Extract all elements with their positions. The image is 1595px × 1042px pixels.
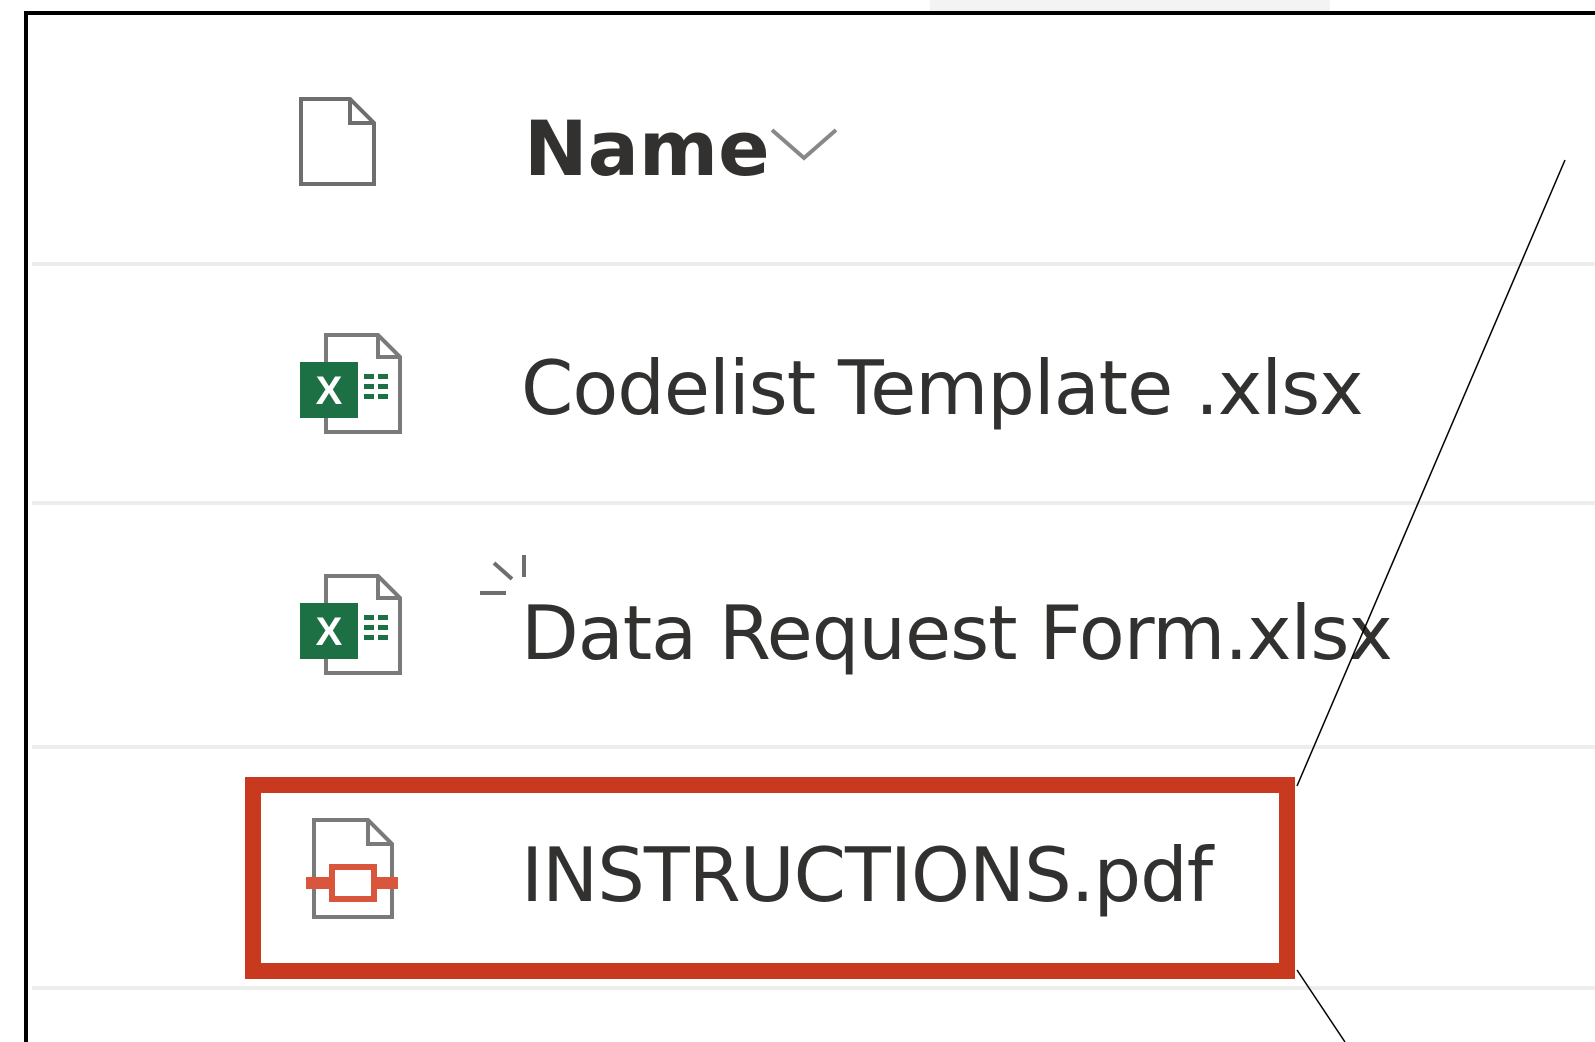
name-column-header[interactable]: Name xyxy=(524,104,770,193)
file-name-link[interactable]: Data Request Form.xlsx xyxy=(521,589,1393,677)
svg-text:X: X xyxy=(316,369,343,413)
file-name-link[interactable]: Codelist Template .xlsx xyxy=(521,344,1364,432)
svg-text:X: X xyxy=(316,610,343,654)
document-library-view: Name X Codelist Template .xlsx X Data Re… xyxy=(0,0,1595,1042)
document-icon[interactable] xyxy=(298,96,378,192)
excel-file-icon: X xyxy=(298,332,404,440)
highlight-callout-box xyxy=(245,777,1295,979)
chevron-down-icon[interactable] xyxy=(768,124,840,168)
excel-file-icon: X xyxy=(298,573,404,681)
column-header-row: Name xyxy=(28,30,1595,262)
file-row-data-request-form[interactable]: X Data Request Form.xlsx xyxy=(28,505,1595,741)
row-divider xyxy=(32,986,1595,990)
file-row-codelist-template[interactable]: X Codelist Template .xlsx xyxy=(28,266,1595,502)
